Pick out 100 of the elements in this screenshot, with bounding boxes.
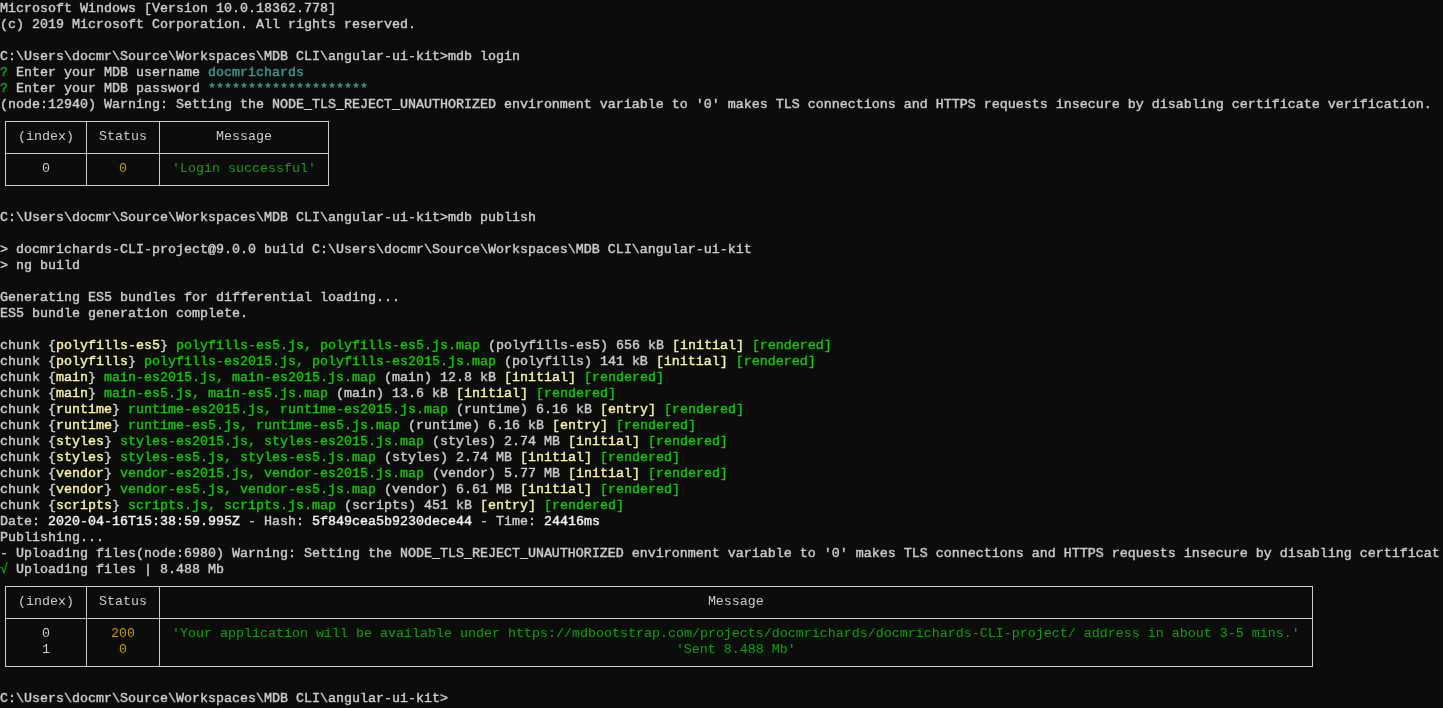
console-text: scripts [56, 498, 112, 513]
console-text: - Time: [478, 514, 537, 529]
console-text: docmrichards [207, 65, 304, 80]
console-text: - Uploading files(node:6980) Warning: Setting the NODE_TLS_REJECT_UNAUTHORIZED environment variable to '0' makes TLS connections and HTTPS requests insecure by disabling certificat [0, 546, 1440, 561]
console-text: polyfills-es2015.js, polyfills-es2015.js.map [144, 354, 496, 369]
console-text: ES5 bundle generation complete. [0, 306, 248, 321]
console-text: (scripts) 451 kB [342, 498, 473, 513]
console-text: (styles) 2.74 MB [430, 434, 561, 449]
console-text: chunk { [0, 386, 56, 401]
console-text: (runtime) 6.16 kB [454, 402, 593, 417]
console-text: 5f849cea5b9230dece44 [311, 514, 472, 529]
console-text: } [104, 450, 113, 465]
console-text: [initial] [671, 338, 745, 353]
console-text: Uploading files | 8.488 Mb [15, 562, 224, 577]
console-text: chunk { [0, 498, 56, 513]
console-text: Publishing... [0, 530, 104, 545]
console-text: (polyfills) 141 kB [502, 354, 649, 369]
console-text: C:\Users\docmr\Source\Workspaces\MDB CLI\angular-ui-kit>mdb publish [0, 210, 536, 225]
console-text: (main) 13.6 kB [334, 386, 449, 401]
console-text: [rendered] [647, 466, 728, 481]
column-header: (index) [5, 586, 87, 619]
console-text: ******************** [207, 81, 368, 96]
column-header: Status [86, 586, 160, 619]
table-cell: 0 [5, 618, 87, 642]
console-text: Generating ES5 bundles for differential loading... [0, 290, 400, 305]
console-text: main [56, 386, 88, 401]
console-text: [initial] [567, 434, 641, 449]
console-text: vendor-es2015.js, vendor-es2015.js.map [120, 466, 424, 481]
console-text: vendor [56, 466, 104, 481]
console-text: } [104, 482, 113, 497]
console-text: (c) 2019 Microsoft Corporation. All rights reserved. [0, 17, 416, 32]
console-text: vendor [56, 482, 104, 497]
console-text: } [160, 338, 169, 353]
console-text: } [88, 370, 97, 385]
console-text: [initial] [655, 354, 729, 369]
console-text: [entry] [551, 418, 609, 433]
console-text: [rendered] [647, 434, 728, 449]
console-text: main-es2015.js, main-es2015.js.map [104, 370, 376, 385]
console-text: runtime-es2015.js, runtime-es2015.js.map [128, 402, 448, 417]
console-text: } [104, 466, 113, 481]
console-text: [initial] [519, 482, 593, 497]
console-text: } [128, 354, 137, 369]
console-text: [entry] [599, 402, 657, 417]
table-cell: 0 [5, 153, 87, 186]
console-text: [initial] [519, 450, 593, 465]
console-text: scripts.js, scripts.js.map [128, 498, 336, 513]
table-cell: 'Your application will be available under https://mdbootstrap.com/projects/docmrichards/docmrichards-CLI-project/ address in about 3-5 mins.' [159, 618, 1313, 642]
console-text: vendor-es5.js, vendor-es5.js.map [120, 482, 376, 497]
column-header: Message [159, 121, 329, 154]
table-cell: 'Login successful' [159, 153, 329, 186]
console-text: [rendered] [735, 354, 816, 369]
column-header: (index) [5, 121, 87, 154]
console-text: Enter your MDB password [15, 81, 201, 96]
console-text: (node:12940) Warning: Setting the NODE_TLS_REJECT_UNAUTHORIZED environment variable to '0' makes TLS connections and HTTPS requests insecure by disabling certificate verification. [0, 97, 1432, 112]
console-text: polyfills-es5.js, polyfills-es5.js.map [176, 338, 480, 353]
console-text: chunk { [0, 402, 56, 417]
console-text: [rendered] [583, 370, 664, 385]
console-text: styles-es5.js, styles-es5.js.map [120, 450, 376, 465]
console-text: } [104, 434, 113, 449]
console-text: polyfills-es5 [56, 338, 160, 353]
console-text: styles [56, 434, 104, 449]
console-text: Microsoft Windows [Version 10.0.18362.778] [0, 1, 336, 16]
table-cell: 'Sent 8.488 Mb' [159, 642, 1313, 667]
console-text: runtime-es5.js, runtime-es5.js.map [128, 418, 400, 433]
column-header: Message [159, 586, 1313, 619]
console-text: styles-es2015.js, styles-es2015.js.map [120, 434, 424, 449]
console-text: } [88, 386, 97, 401]
console-text: (styles) 2.74 MB [382, 450, 513, 465]
console-text: Date: [0, 514, 41, 529]
console-text: chunk { [0, 338, 56, 353]
console-text: runtime [56, 418, 112, 433]
console-text: 24416ms [543, 514, 600, 529]
console-text: [rendered] [663, 402, 744, 417]
console-text: runtime [56, 402, 112, 417]
console-text: > docmrichards-CLI-project@9.0.0 build C:\Users\docmr\Source\Workspaces\MDB CLI\angular-ui-kit [0, 242, 752, 257]
console-text: [initial] [567, 466, 641, 481]
console-text: √ [0, 562, 8, 577]
console-text: chunk { [0, 354, 56, 369]
console-text: Enter your MDB username [15, 65, 201, 80]
console-text: C:\Users\docmr\Source\Workspaces\MDB CLI\angular-ui-kit> [0, 691, 448, 706]
console-text: polyfills [56, 354, 128, 369]
column-header: Status [86, 121, 160, 154]
console-text: styles [56, 450, 104, 465]
console-text: chunk { [0, 434, 56, 449]
console-text: [rendered] [615, 418, 696, 433]
console-text: [rendered] [751, 338, 832, 353]
table-cell: 0 [86, 153, 160, 186]
console-text: - Hash: [246, 514, 305, 529]
console-text: main-es5.js, main-es5.js.map [104, 386, 328, 401]
console-text: (polyfills-es5) 656 kB [486, 338, 665, 353]
table-cell: 0 [86, 642, 160, 667]
console-text: } [112, 402, 121, 417]
table-cell: 1 [5, 642, 87, 667]
console-text: [initial] [455, 386, 529, 401]
console-text: } [112, 498, 121, 513]
console-text: chunk { [0, 466, 56, 481]
console-text: [entry] [479, 498, 537, 513]
console-text: [initial] [503, 370, 577, 385]
table-cell: 200 [86, 618, 160, 642]
console-text: (vendor) 5.77 MB [430, 466, 561, 481]
